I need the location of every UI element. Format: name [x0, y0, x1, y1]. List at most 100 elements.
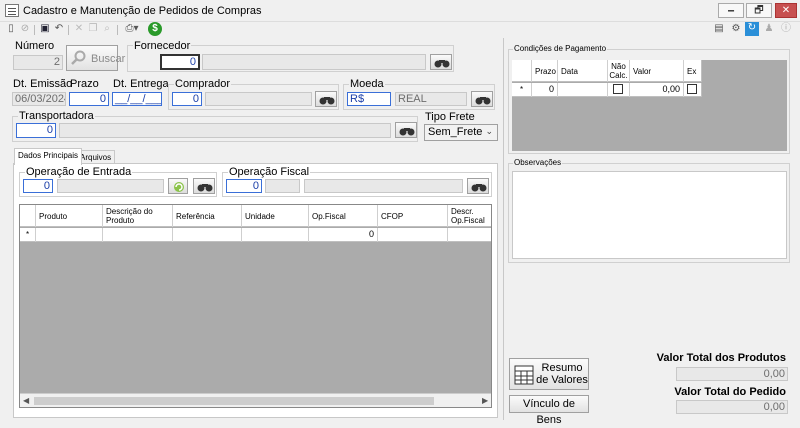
buscar-label: Buscar: [91, 53, 126, 65]
op-fiscal-name-input[interactable]: [304, 179, 463, 193]
fornecedor-name-input[interactable]: [202, 54, 426, 70]
delete-icon[interactable]: ✕: [73, 23, 85, 35]
cell-op-fiscal[interactable]: 0: [309, 228, 378, 242]
col-header-produto[interactable]: Produto: [36, 205, 103, 227]
close-button[interactable]: ✕: [775, 3, 797, 18]
col-header-descricao[interactable]: Descrição do Produto: [103, 205, 173, 227]
col-header-ex[interactable]: Ex: [684, 60, 702, 82]
scroll-right-icon[interactable]: ▶: [482, 396, 488, 405]
copy-icon[interactable]: ❐: [87, 23, 99, 35]
prazo-input[interactable]: 0: [69, 92, 109, 106]
total-produtos-label: Valor Total dos Produtos: [656, 352, 786, 364]
cell-ex[interactable]: [684, 83, 702, 97]
transportadora-name-input[interactable]: [59, 123, 391, 138]
save-icon[interactable]: ▣: [39, 23, 51, 35]
col-header-cfop[interactable]: CFOP: [378, 205, 448, 227]
search-icon: [71, 50, 86, 65]
fornecedor-lookup-button[interactable]: [430, 54, 452, 70]
cell-data[interactable]: [558, 83, 608, 97]
table-row[interactable]: * 0 0,00: [512, 83, 702, 97]
buscar-button[interactable]: Buscar: [66, 45, 125, 71]
new-row-marker: *: [512, 83, 532, 97]
col-header-prazo[interactable]: Prazo: [532, 60, 558, 82]
dt-emissao-input[interactable]: 06/03/2024: [12, 92, 66, 106]
maximize-button[interactable]: 🗗: [746, 3, 772, 18]
condicoes-grid-header: Prazo Data Não Calc. Valor Ex: [512, 60, 702, 82]
vinculo-bens-button[interactable]: Vínculo de Bens: [509, 395, 589, 426]
print-dropdown-icon[interactable]: ⎙▾: [121, 23, 143, 35]
cell-prazo[interactable]: 0: [532, 83, 558, 97]
condicoes-grid[interactable]: Prazo Data Não Calc. Valor Ex * 0 0,00: [512, 60, 787, 151]
op-fiscal-code-input[interactable]: 0: [226, 179, 262, 193]
moeda-code-input[interactable]: R$: [347, 92, 391, 106]
window-layout-icon[interactable]: ▤: [712, 23, 726, 35]
transportadora-code-input[interactable]: 0: [16, 123, 56, 138]
horizontal-scrollbar[interactable]: ◀ ▶: [20, 393, 491, 407]
op-entrada-label: Operação de Entrada: [25, 166, 133, 178]
minimize-button[interactable]: 🗕: [718, 3, 744, 18]
info-icon[interactable]: ⓘ: [779, 23, 793, 35]
scroll-left-icon[interactable]: ◀: [23, 396, 29, 405]
items-grid[interactable]: Produto Descrição do Produto Referência …: [19, 204, 492, 408]
ex-checkbox[interactable]: [687, 84, 697, 94]
nao-calc-checkbox[interactable]: [613, 84, 623, 94]
col-header-op-fiscal[interactable]: Op.Fiscal: [309, 205, 378, 227]
cell-nao-calc[interactable]: [608, 83, 630, 97]
table-row[interactable]: * 0: [20, 228, 491, 242]
cell-cfop[interactable]: [378, 228, 448, 242]
cell-produto[interactable]: [36, 228, 103, 242]
dt-entrega-input[interactable]: __/__/____: [112, 92, 162, 106]
col-header-valor[interactable]: Valor: [630, 60, 684, 82]
col-header-unidade[interactable]: Unidade: [242, 205, 309, 227]
cell-valor[interactable]: 0,00: [630, 83, 684, 97]
total-produtos-value: 0,00: [676, 367, 788, 381]
tipo-frete-value: Sem_Frete: [428, 126, 483, 138]
op-entrada-code-input[interactable]: 0: [23, 179, 53, 193]
tipo-frete-select[interactable]: Sem_Frete ⌄: [424, 124, 498, 141]
tab-dados-principais[interactable]: Dados Principais: [14, 148, 83, 165]
new-doc-icon[interactable]: ▯: [5, 23, 17, 35]
comprador-label: Comprador: [174, 78, 232, 90]
op-fiscal-extra-input[interactable]: [265, 179, 300, 193]
comprador-lookup-button[interactable]: [315, 91, 337, 107]
find-icon[interactable]: ⌕: [101, 23, 113, 35]
op-entrada-name-input[interactable]: [57, 179, 164, 193]
user-icon[interactable]: ♟: [762, 23, 776, 35]
toolbar: [0, 22, 800, 36]
moeda-name-input[interactable]: REAL: [395, 92, 467, 106]
settings-icon[interactable]: ⚙: [729, 23, 743, 35]
cell-unidade[interactable]: [242, 228, 309, 242]
resumo-valores-button[interactable]: Resumo de Valores: [509, 358, 589, 390]
cell-descricao[interactable]: [103, 228, 173, 242]
fornecedor-label: Fornecedor: [133, 40, 192, 52]
transportadora-lookup-button[interactable]: [395, 122, 417, 138]
refresh-icon[interactable]: ↻: [745, 22, 759, 36]
comprador-code-input[interactable]: 0: [172, 92, 202, 106]
col-header-referencia[interactable]: Referência: [173, 205, 242, 227]
observacoes-title: Observações: [513, 158, 563, 167]
cell-referencia[interactable]: [173, 228, 242, 242]
op-entrada-lookup-button[interactable]: [193, 178, 215, 194]
col-header-descr-op-fiscal[interactable]: Descr. Op.Fiscal: [448, 205, 491, 227]
app-icon: [5, 4, 19, 17]
op-entrada-refresh-button[interactable]: [168, 178, 188, 194]
cell-descr-op-fiscal[interactable]: [448, 228, 491, 242]
total-pedido-label: Valor Total do Pedido: [674, 386, 786, 398]
scrollbar-thumb[interactable]: [34, 397, 434, 405]
fornecedor-code-input[interactable]: 0: [160, 54, 200, 70]
op-fiscal-lookup-button[interactable]: [467, 178, 489, 194]
tipo-frete-label: Tipo Frete: [425, 111, 475, 123]
money-icon[interactable]: $: [148, 22, 162, 36]
undo-icon[interactable]: ↶: [53, 23, 65, 35]
condicoes-title: Condições de Pagamento: [513, 44, 608, 53]
op-fiscal-label: Operação Fiscal: [228, 166, 311, 178]
observacoes-textarea[interactable]: [512, 171, 787, 259]
moeda-lookup-button[interactable]: [471, 91, 493, 107]
numero-input[interactable]: 2: [13, 55, 63, 70]
binoculars-icon: [471, 184, 487, 192]
comprador-name-input[interactable]: [205, 92, 312, 106]
cancel-icon[interactable]: ⊘: [19, 23, 31, 35]
col-header-data[interactable]: Data: [558, 60, 608, 82]
refresh-green-icon: [174, 182, 184, 192]
col-header-nao-calc[interactable]: Não Calc.: [608, 60, 630, 82]
